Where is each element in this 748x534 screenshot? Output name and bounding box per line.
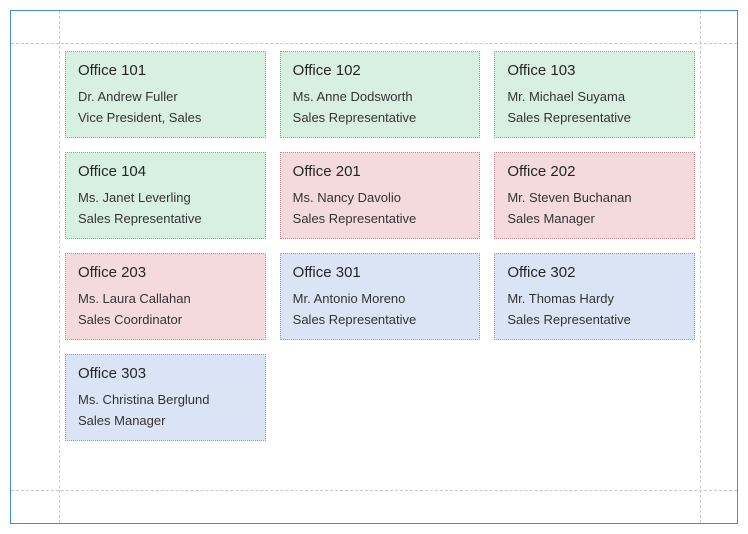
person-name: Mr. Michael Suyama [507,89,682,104]
office-card: Office 104 Ms. Janet Leverling Sales Rep… [65,152,266,239]
office-card: Office 303 Ms. Christina Berglund Sales … [65,354,266,441]
person-role: Sales Representative [293,312,468,327]
cards-grid: Office 101 Dr. Andrew Fuller Vice Presid… [65,51,695,441]
person-role: Sales Representative [293,211,468,226]
office-card: Office 102 Ms. Anne Dodsworth Sales Repr… [280,51,481,138]
margin-guide-right [700,11,701,523]
margin-guide-top [11,43,737,44]
office-number: Office 101 [78,62,253,79]
office-card: Office 101 Dr. Andrew Fuller Vice Presid… [65,51,266,138]
person-name: Ms. Janet Leverling [78,190,253,205]
office-number: Office 201 [293,163,468,180]
person-name: Ms. Nancy Davolio [293,190,468,205]
person-name: Dr. Andrew Fuller [78,89,253,104]
person-name: Ms. Christina Berglund [78,392,253,407]
margin-guide-bottom [11,490,737,491]
person-role: Vice President, Sales [78,110,253,125]
office-card: Office 302 Mr. Thomas Hardy Sales Repres… [494,253,695,340]
office-number: Office 102 [293,62,468,79]
person-role: Sales Representative [293,110,468,125]
office-number: Office 302 [507,264,682,281]
margin-guide-left [59,11,60,523]
person-role: Sales Coordinator [78,312,253,327]
office-number: Office 103 [507,62,682,79]
person-role: Sales Representative [507,110,682,125]
report-page: Office 101 Dr. Andrew Fuller Vice Presid… [10,10,738,524]
office-number: Office 301 [293,264,468,281]
office-number: Office 202 [507,163,682,180]
person-name: Ms. Laura Callahan [78,291,253,306]
office-card: Office 201 Ms. Nancy Davolio Sales Repre… [280,152,481,239]
person-role: Sales Manager [507,211,682,226]
person-name: Ms. Anne Dodsworth [293,89,468,104]
office-number: Office 203 [78,264,253,281]
office-card: Office 103 Mr. Michael Suyama Sales Repr… [494,51,695,138]
person-role: Sales Representative [507,312,682,327]
office-card: Office 301 Mr. Antonio Moreno Sales Repr… [280,253,481,340]
person-role: Sales Manager [78,413,253,428]
person-name: Mr. Thomas Hardy [507,291,682,306]
office-number: Office 104 [78,163,253,180]
office-number: Office 303 [78,365,253,382]
office-card: Office 203 Ms. Laura Callahan Sales Coor… [65,253,266,340]
person-name: Mr. Steven Buchanan [507,190,682,205]
person-role: Sales Representative [78,211,253,226]
office-card: Office 202 Mr. Steven Buchanan Sales Man… [494,152,695,239]
person-name: Mr. Antonio Moreno [293,291,468,306]
